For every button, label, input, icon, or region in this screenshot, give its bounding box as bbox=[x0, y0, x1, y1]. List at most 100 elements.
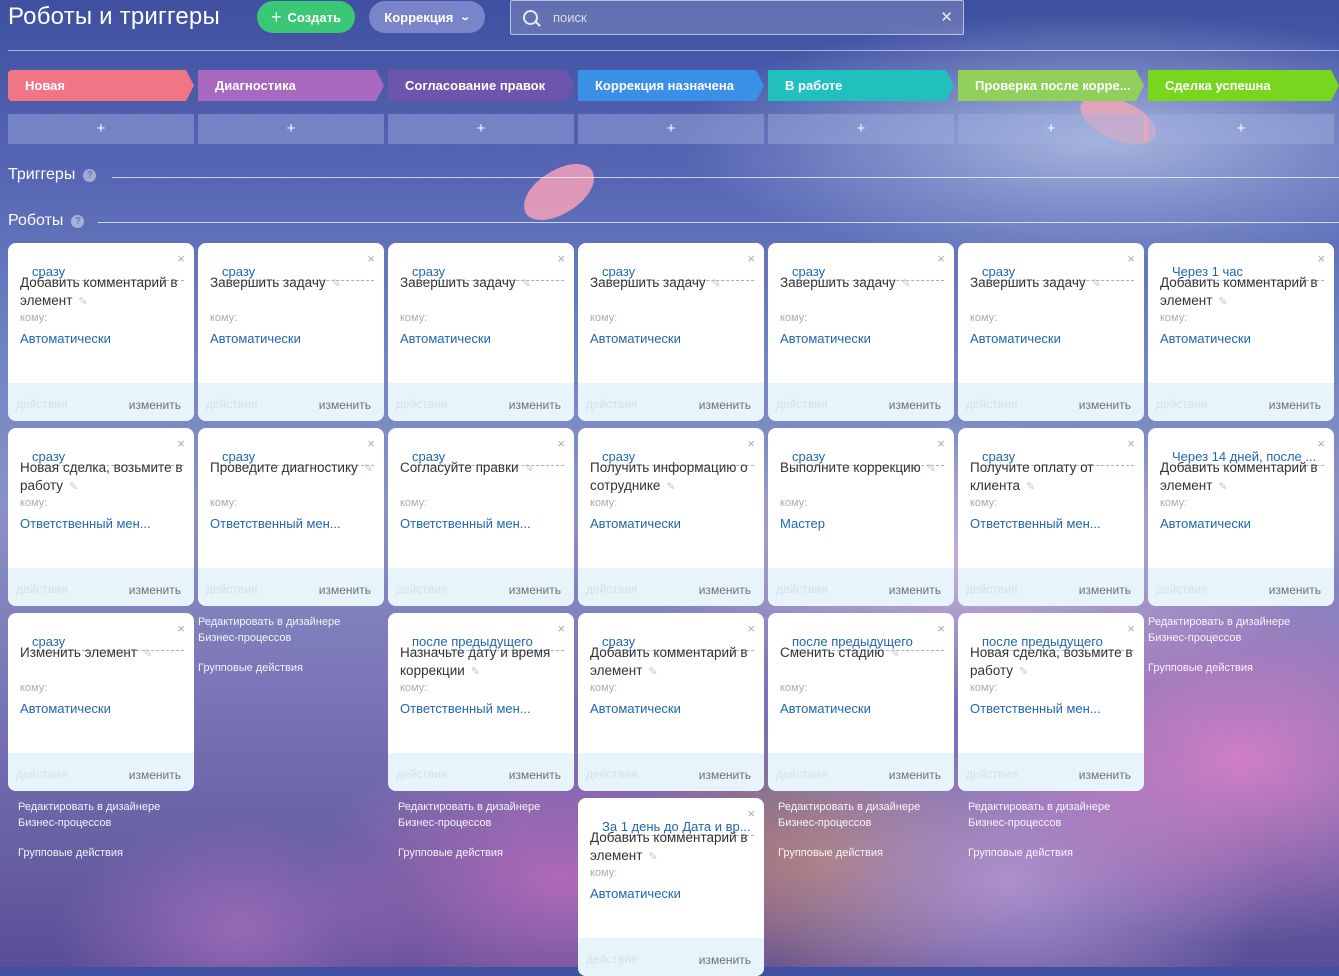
edit-robot-button[interactable]: изменить bbox=[1269, 398, 1321, 412]
close-icon[interactable]: × bbox=[1317, 436, 1325, 451]
help-icon[interactable]: ? bbox=[83, 169, 97, 182]
group-actions-link[interactable]: Групповые действия bbox=[398, 845, 568, 861]
add-trigger-button[interactable]: + bbox=[1148, 114, 1334, 144]
close-icon[interactable]: × bbox=[747, 621, 755, 636]
close-icon[interactable]: × bbox=[937, 251, 945, 266]
close-icon[interactable]: × bbox=[177, 621, 185, 636]
close-icon[interactable]: × bbox=[747, 251, 755, 266]
edit-robot-button[interactable]: изменить bbox=[509, 583, 561, 597]
close-icon[interactable]: × bbox=[557, 251, 565, 266]
close-icon[interactable]: × bbox=[177, 251, 185, 266]
create-button[interactable]: + Создать bbox=[257, 1, 355, 33]
edit-robot-button[interactable]: изменить bbox=[509, 768, 561, 782]
robot-recipient[interactable]: Автоматически bbox=[210, 331, 375, 346]
edit-robot-button[interactable]: изменить bbox=[1079, 583, 1131, 597]
pencil-icon[interactable]: ✎ bbox=[525, 460, 534, 478]
add-trigger-button[interactable]: + bbox=[768, 114, 954, 144]
stage-2[interactable]: Диагностика bbox=[198, 70, 384, 101]
edit-robot-button[interactable]: изменить bbox=[129, 398, 181, 412]
pipeline-selector[interactable]: Коррекция ⌄ bbox=[369, 1, 485, 33]
pencil-icon[interactable]: ✎ bbox=[1218, 293, 1227, 311]
designer-link[interactable]: Редактировать в дизайнере Бизнес-процесс… bbox=[1148, 614, 1318, 646]
pencil-icon[interactable]: ✎ bbox=[1218, 478, 1227, 496]
edit-robot-button[interactable]: изменить bbox=[129, 583, 181, 597]
stage-4[interactable]: Коррекция назначена bbox=[578, 70, 764, 101]
robot-recipient[interactable]: Автоматически bbox=[1160, 516, 1325, 531]
pencil-icon[interactable]: ✎ bbox=[69, 478, 78, 496]
robot-recipient[interactable]: Автоматически bbox=[780, 701, 945, 716]
stage-1[interactable]: Новая bbox=[8, 70, 194, 101]
close-icon[interactable]: × bbox=[747, 806, 755, 821]
group-actions-link[interactable]: Групповые действия bbox=[198, 660, 368, 676]
pencil-icon[interactable]: ✎ bbox=[902, 275, 911, 293]
edit-robot-button[interactable]: изменить bbox=[889, 398, 941, 412]
close-icon[interactable]: × bbox=[1127, 436, 1135, 451]
robot-recipient[interactable]: Автоматически bbox=[590, 886, 755, 901]
edit-robot-button[interactable]: изменить bbox=[319, 398, 371, 412]
edit-robot-button[interactable]: изменить bbox=[1079, 768, 1131, 782]
edit-robot-button[interactable]: изменить bbox=[129, 768, 181, 782]
pencil-icon[interactable]: ✎ bbox=[890, 645, 899, 663]
pencil-icon[interactable]: ✎ bbox=[78, 293, 87, 311]
designer-link[interactable]: Редактировать в дизайнере Бизнес-процесс… bbox=[778, 799, 948, 831]
pencil-icon[interactable]: ✎ bbox=[332, 275, 341, 293]
robot-recipient[interactable]: Мастер bbox=[780, 516, 945, 531]
designer-link[interactable]: Редактировать в дизайнере Бизнес-процесс… bbox=[198, 614, 368, 646]
edit-robot-button[interactable]: изменить bbox=[509, 398, 561, 412]
stage-5[interactable]: В работе bbox=[768, 70, 954, 101]
pencil-icon[interactable]: ✎ bbox=[522, 275, 531, 293]
robot-recipient[interactable]: Ответственный мен... bbox=[970, 516, 1135, 531]
pencil-icon[interactable]: ✎ bbox=[666, 478, 675, 496]
designer-link[interactable]: Редактировать в дизайнере Бизнес-процесс… bbox=[398, 799, 568, 831]
robot-recipient[interactable]: Ответственный мен... bbox=[400, 516, 565, 531]
pencil-icon[interactable]: ✎ bbox=[471, 663, 480, 681]
stage-3[interactable]: Согласование правок bbox=[388, 70, 574, 101]
search-input[interactable] bbox=[551, 9, 935, 26]
edit-robot-button[interactable]: изменить bbox=[889, 583, 941, 597]
designer-link[interactable]: Редактировать в дизайнере Бизнес-процесс… bbox=[18, 799, 188, 831]
edit-robot-button[interactable]: изменить bbox=[889, 768, 941, 782]
add-trigger-button[interactable]: + bbox=[578, 114, 764, 144]
close-icon[interactable]: × bbox=[937, 436, 945, 451]
robot-recipient[interactable]: Автоматически bbox=[20, 701, 185, 716]
designer-link[interactable]: Редактировать в дизайнере Бизнес-процесс… bbox=[968, 799, 1138, 831]
group-actions-link[interactable]: Групповые действия bbox=[1148, 660, 1318, 676]
edit-robot-button[interactable]: изменить bbox=[699, 583, 751, 597]
pencil-icon[interactable]: ✎ bbox=[1026, 478, 1035, 496]
pencil-icon[interactable]: ✎ bbox=[648, 663, 657, 681]
edit-robot-button[interactable]: изменить bbox=[699, 768, 751, 782]
edit-robot-button[interactable]: изменить bbox=[1269, 583, 1321, 597]
close-icon[interactable]: × bbox=[367, 436, 375, 451]
robot-recipient[interactable]: Автоматически bbox=[1160, 331, 1325, 346]
robot-recipient[interactable]: Ответственный мен... bbox=[20, 516, 185, 531]
add-trigger-button[interactable]: + bbox=[958, 114, 1144, 144]
edit-robot-button[interactable]: изменить bbox=[699, 398, 751, 412]
group-actions-link[interactable]: Групповые действия bbox=[778, 845, 948, 861]
pencil-icon[interactable]: ✎ bbox=[1019, 663, 1028, 681]
robot-recipient[interactable]: Автоматически bbox=[590, 701, 755, 716]
robot-recipient[interactable]: Автоматически bbox=[970, 331, 1135, 346]
add-trigger-button[interactable]: + bbox=[8, 114, 194, 144]
close-icon[interactable]: × bbox=[177, 436, 185, 451]
group-actions-link[interactable]: Групповые действия bbox=[18, 845, 188, 861]
stage-7[interactable]: Сделка успешна bbox=[1148, 70, 1339, 101]
robot-recipient[interactable]: Ответственный мен... bbox=[970, 701, 1135, 716]
close-icon[interactable]: × bbox=[557, 436, 565, 451]
close-icon[interactable]: × bbox=[1127, 251, 1135, 266]
edit-robot-button[interactable]: изменить bbox=[319, 583, 371, 597]
robot-recipient[interactable]: Ответственный мен... bbox=[400, 701, 565, 716]
robot-recipient[interactable]: Автоматически bbox=[590, 331, 755, 346]
close-icon[interactable]: × bbox=[1127, 621, 1135, 636]
close-icon[interactable]: ✕ bbox=[940, 8, 953, 26]
robot-recipient[interactable]: Автоматически bbox=[20, 331, 185, 346]
pencil-icon[interactable]: ✎ bbox=[712, 275, 721, 293]
help-icon[interactable]: ? bbox=[71, 215, 85, 228]
add-trigger-button[interactable]: + bbox=[198, 114, 384, 144]
pencil-icon[interactable]: ✎ bbox=[927, 460, 936, 478]
edit-robot-button[interactable]: изменить bbox=[699, 953, 751, 967]
group-actions-link[interactable]: Групповые действия bbox=[968, 845, 1138, 861]
stage-6[interactable]: Проверка после корре... bbox=[958, 70, 1144, 101]
close-icon[interactable]: × bbox=[557, 621, 565, 636]
pencil-icon[interactable]: ✎ bbox=[143, 645, 152, 663]
pencil-icon[interactable]: ✎ bbox=[1092, 275, 1101, 293]
